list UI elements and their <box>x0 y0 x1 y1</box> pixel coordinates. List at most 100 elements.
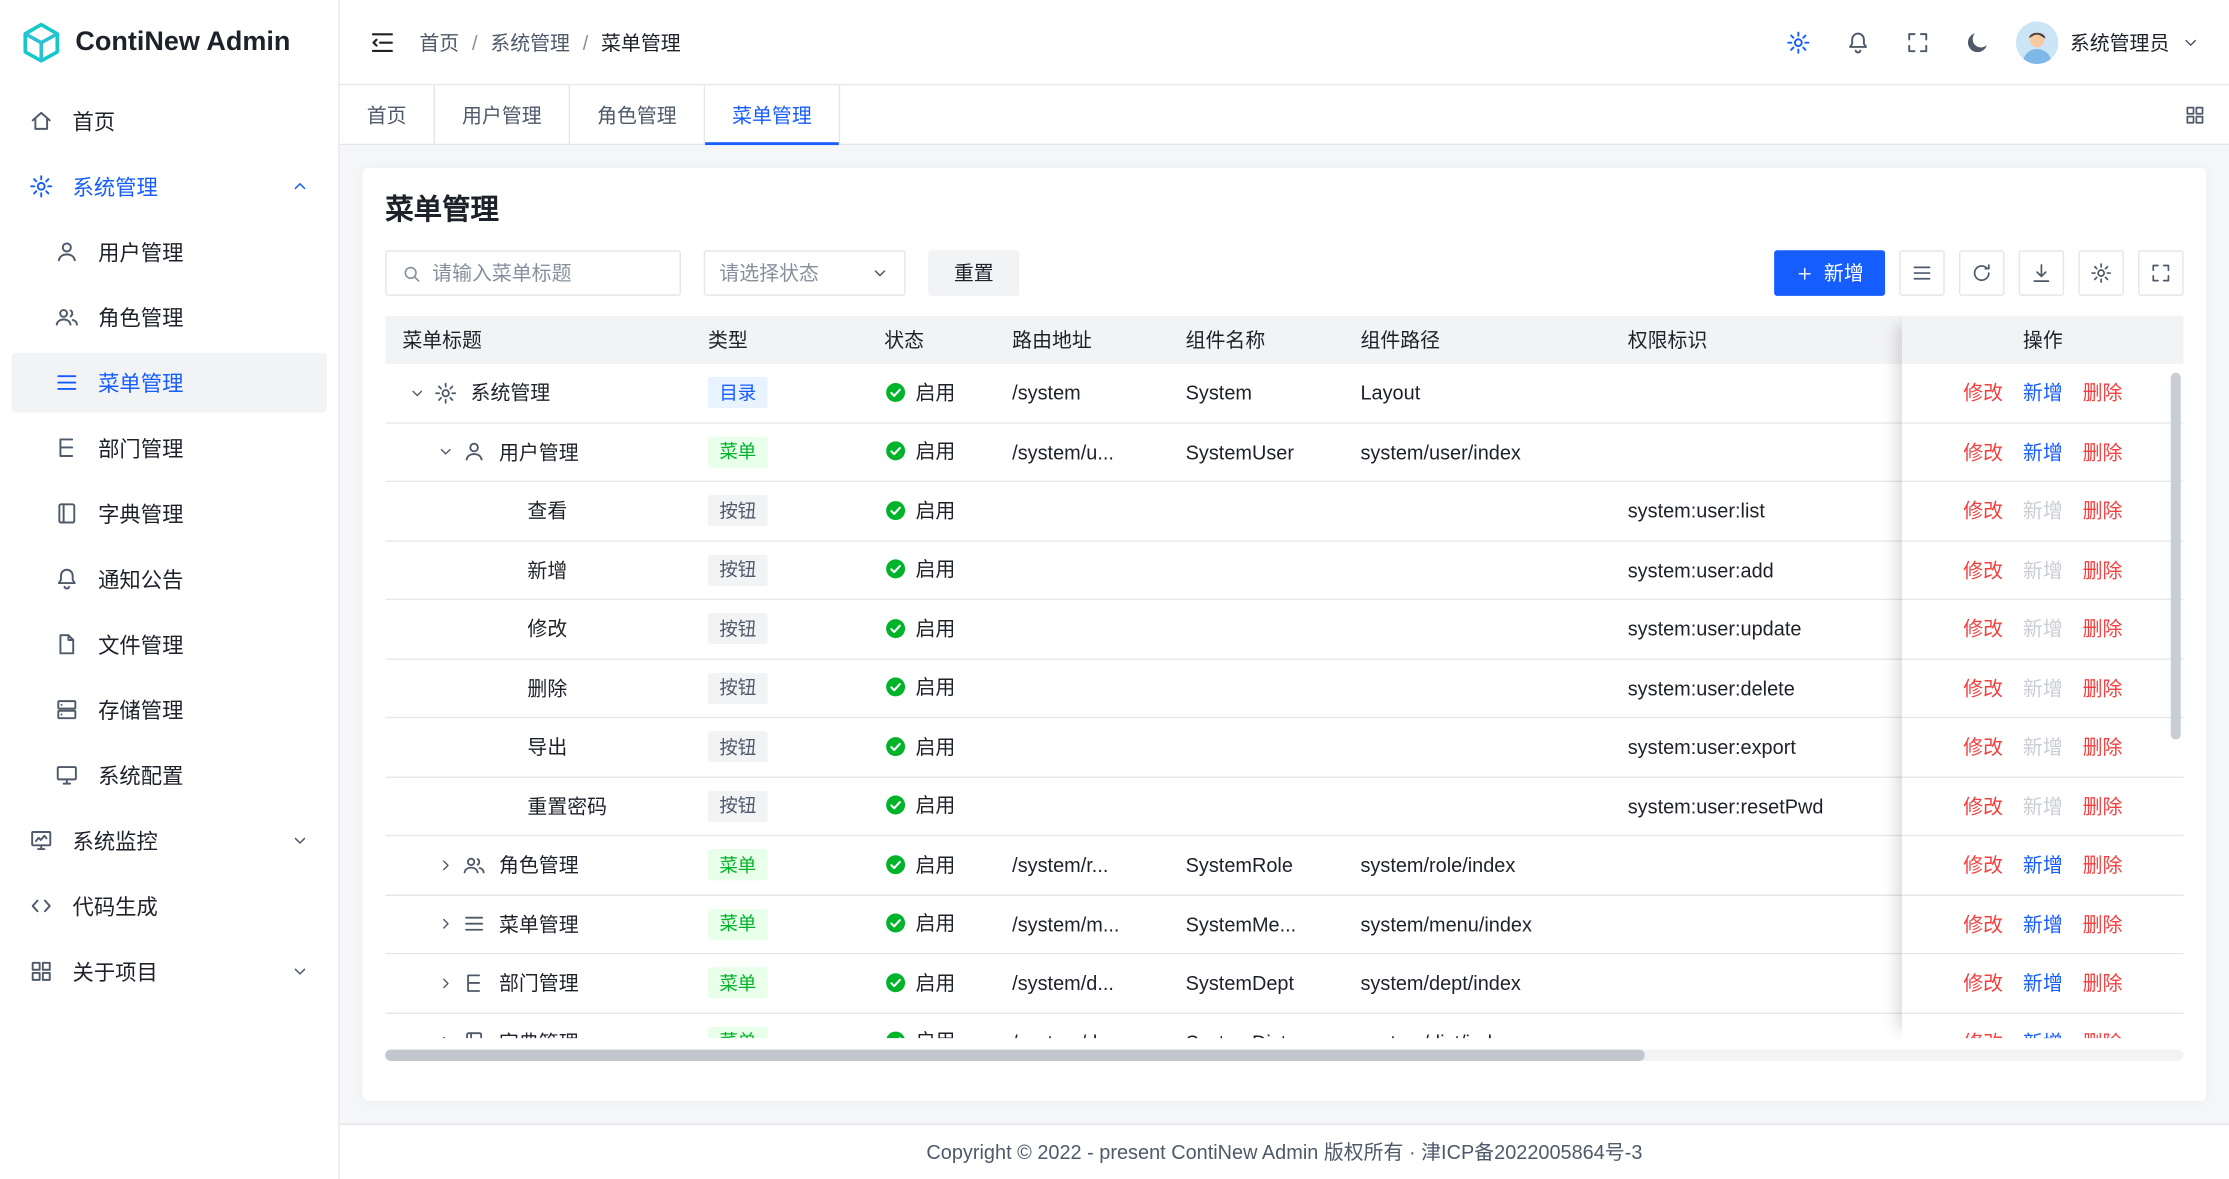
table-cell: 按钮 <box>691 613 867 644</box>
sidebar-item-system-config[interactable]: 系统配置 <box>11 745 327 805</box>
sidebar-item-role-management[interactable]: 角色管理 <box>11 287 327 347</box>
expand-row-icon[interactable] <box>436 914 462 934</box>
edit-link[interactable]: 修改 <box>1963 497 2003 525</box>
logo[interactable]: ContiNew Admin <box>0 0 338 85</box>
sidebar-item-user-management[interactable]: 用户管理 <box>11 222 327 282</box>
table-cell: system/dept/index <box>1343 972 1610 995</box>
fullscreen-button[interactable] <box>1894 18 1942 66</box>
delete-link[interactable]: 删除 <box>2083 379 2123 407</box>
delete-link[interactable]: 删除 <box>2083 438 2123 466</box>
sidebar-item-dict-management[interactable]: 字典管理 <box>11 484 327 544</box>
collapse-row-icon[interactable] <box>408 383 434 403</box>
export-button[interactable] <box>2019 250 2064 296</box>
delete-link[interactable]: 删除 <box>2083 910 2123 938</box>
sidebar-item-dept-management[interactable]: 部门管理 <box>11 418 327 478</box>
status-enabled: 启用 <box>884 614 955 642</box>
file-icon <box>54 631 80 657</box>
expand-row-icon[interactable] <box>436 973 462 993</box>
edit-link[interactable]: 修改 <box>1963 674 2003 702</box>
add-link[interactable]: 新增 <box>2023 851 2063 879</box>
status-label: 启用 <box>916 909 956 937</box>
edit-link[interactable]: 修改 <box>1963 1028 2003 1038</box>
edit-link[interactable]: 修改 <box>1963 733 2003 761</box>
dark-mode-button[interactable] <box>1953 18 2001 66</box>
add-link[interactable]: 新增 <box>2023 910 2063 938</box>
table-cell: 菜单 <box>691 849 867 880</box>
sidebar-item-code-generation[interactable]: 代码生成 <box>11 876 327 936</box>
delete-link[interactable]: 删除 <box>2083 674 2123 702</box>
sidebar-item-home[interactable]: 首页 <box>11 91 327 151</box>
vertical-scrollbar[interactable] <box>2171 373 2181 740</box>
table-fullscreen-button[interactable] <box>2138 250 2183 296</box>
user-menu[interactable]: 系统管理员 <box>2016 21 2201 64</box>
theme-settings-button[interactable] <box>1774 18 1822 66</box>
table-cell: 启用 <box>867 850 995 880</box>
breadcrumb-item[interactable]: 系统管理 <box>490 28 570 56</box>
table-cell: system/menu/index <box>1343 913 1610 936</box>
tab-home[interactable]: 首页 <box>340 85 435 143</box>
sidebar-item-storage-management[interactable]: 存储管理 <box>11 680 327 740</box>
search-input[interactable] <box>432 262 665 285</box>
row-icon-spacer <box>490 794 527 818</box>
delete-link[interactable]: 删除 <box>2083 733 2123 761</box>
main-column: 首页/系统管理/菜单管理 系统管理员 首页用户管理角色管理菜单管理 菜单管理 <box>340 0 2229 1179</box>
menu-title-cell: 部门管理 <box>385 969 691 997</box>
add-link[interactable]: 新增 <box>2023 438 2063 466</box>
header-actions <box>1774 18 2001 66</box>
add-link[interactable]: 新增 <box>2023 379 2063 407</box>
delete-link[interactable]: 删除 <box>2083 851 2123 879</box>
delete-link[interactable]: 删除 <box>2083 1028 2123 1038</box>
edit-link[interactable]: 修改 <box>1963 615 2003 643</box>
table-row-actions: 修改新增删除 <box>1902 954 2183 1013</box>
horizontal-scrollbar[interactable] <box>385 1050 1644 1061</box>
avatar <box>2016 21 2059 64</box>
delete-link[interactable]: 删除 <box>2083 792 2123 820</box>
edit-link[interactable]: 修改 <box>1963 379 2003 407</box>
status-enabled: 启用 <box>884 437 955 465</box>
tabbar-tabs: 首页用户管理角色管理菜单管理 <box>340 85 840 143</box>
tab-user-management[interactable]: 用户管理 <box>435 85 570 143</box>
edit-link[interactable]: 修改 <box>1963 792 2003 820</box>
status-select[interactable]: 请选择状态 <box>704 250 906 296</box>
menu-title: 导出 <box>527 733 567 761</box>
edit-link[interactable]: 修改 <box>1963 556 2003 584</box>
delete-link[interactable]: 删除 <box>2083 969 2123 997</box>
breadcrumb-item[interactable]: 首页 <box>419 28 459 56</box>
delete-link[interactable]: 删除 <box>2083 556 2123 584</box>
menu-title: 修改 <box>527 615 567 643</box>
sidebar-item-about-project[interactable]: 关于项目 <box>11 941 327 1001</box>
sidebar-item-system-management[interactable]: 系统管理 <box>11 156 327 216</box>
tab-menu-management[interactable]: 菜单管理 <box>705 85 840 143</box>
tab-list-button[interactable] <box>2184 103 2207 126</box>
add-link[interactable]: 新增 <box>2023 1028 2063 1038</box>
expand-row-icon[interactable] <box>436 1032 462 1038</box>
delete-link[interactable]: 删除 <box>2083 615 2123 643</box>
sidebar-item-menu-management[interactable]: 菜单管理 <box>11 353 327 413</box>
menu-title: 重置密码 <box>527 792 607 820</box>
table-cell: 启用 <box>867 968 995 998</box>
tab-role-management[interactable]: 角色管理 <box>570 85 705 143</box>
edit-link[interactable]: 修改 <box>1963 438 2003 466</box>
add-link[interactable]: 新增 <box>2023 969 2063 997</box>
table-cell: Layout <box>1343 382 1610 405</box>
sidebar-item-notice-management[interactable]: 通知公告 <box>11 549 327 609</box>
edit-link[interactable]: 修改 <box>1963 910 2003 938</box>
sidebar-item-system-monitor[interactable]: 系统监控 <box>11 811 327 871</box>
sidebar-item-file-management[interactable]: 文件管理 <box>11 614 327 674</box>
edit-link[interactable]: 修改 <box>1963 851 2003 879</box>
edit-link[interactable]: 修改 <box>1963 969 2003 997</box>
add-button[interactable]: 新增 <box>1774 250 1885 296</box>
list-view-button[interactable] <box>1899 250 1944 296</box>
refresh-button[interactable] <box>1959 250 2004 296</box>
expand-row-icon[interactable] <box>436 855 462 875</box>
menu-list-icon <box>54 370 80 396</box>
sidebar-menu: 首页系统管理用户管理角色管理菜单管理部门管理字典管理通知公告文件管理存储管理系统… <box>0 85 338 1179</box>
delete-link[interactable]: 删除 <box>2083 497 2123 525</box>
notifications-button[interactable] <box>1834 18 1882 66</box>
collapse-row-icon[interactable] <box>436 442 462 462</box>
sidebar-collapse-button[interactable] <box>368 28 396 56</box>
status-label: 启用 <box>916 791 956 819</box>
column-settings-button[interactable] <box>2078 250 2123 296</box>
status-enabled: 启用 <box>884 909 955 937</box>
reset-button[interactable]: 重置 <box>928 250 1019 296</box>
